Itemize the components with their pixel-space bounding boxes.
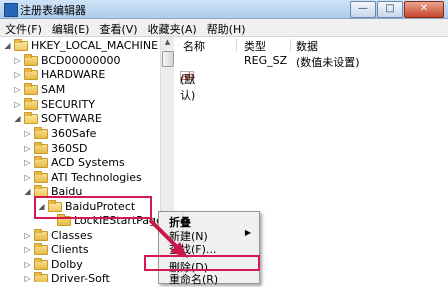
menu-view[interactable]: 查看(V) bbox=[94, 19, 142, 36]
menu-bar: 文件(F) 编辑(E) 查看(V) 收藏夹(A) 帮助(H) bbox=[0, 19, 448, 37]
expand-arrow-icon[interactable]: ▷ bbox=[13, 70, 22, 79]
folder-icon bbox=[24, 53, 38, 66]
maximize-button[interactable]: □ bbox=[377, 1, 403, 18]
column-divider[interactable] bbox=[236, 39, 237, 51]
menu-file[interactable]: 文件(F) bbox=[0, 19, 47, 36]
expand-arrow-icon[interactable]: ▷ bbox=[23, 260, 32, 269]
value-type-cell: REG_SZ bbox=[244, 54, 288, 67]
expand-arrow-icon[interactable]: ▷ bbox=[23, 158, 32, 167]
folder-icon bbox=[34, 141, 48, 154]
column-name[interactable]: 名称 bbox=[183, 38, 205, 54]
tree-node-360sd[interactable]: ▷ 360SD bbox=[23, 141, 87, 156]
tree-node-hardware[interactable]: ▷ HARDWARE bbox=[13, 67, 105, 82]
menu-item-collapse[interactable]: 折叠 bbox=[159, 213, 259, 229]
submenu-arrow-icon: ▶ bbox=[244, 228, 251, 237]
tree-node-sam[interactable]: ▷ SAM bbox=[13, 82, 65, 97]
column-data[interactable]: 数据 bbox=[296, 38, 318, 54]
folder-icon bbox=[34, 228, 48, 241]
folder-icon bbox=[24, 67, 38, 80]
folder-icon bbox=[34, 242, 48, 255]
collapse-arrow-icon[interactable]: ◢ bbox=[3, 41, 12, 50]
menu-item-rename[interactable]: 重命名(R) bbox=[159, 270, 259, 286]
scroll-thumb[interactable] bbox=[162, 51, 174, 67]
expand-arrow-icon[interactable]: ▷ bbox=[23, 231, 32, 240]
scroll-up-arrow-icon[interactable]: ▲ bbox=[162, 38, 173, 49]
folder-icon bbox=[24, 82, 38, 95]
close-button[interactable]: ✕ bbox=[404, 1, 444, 18]
window-controls: — □ ✕ bbox=[350, 1, 444, 18]
expand-arrow-icon[interactable]: ▷ bbox=[23, 129, 32, 138]
collapse-arrow-icon[interactable]: ◢ bbox=[23, 187, 32, 196]
tree-node-dolby[interactable]: ▷ Dolby bbox=[23, 257, 83, 272]
annotation-box-delete bbox=[144, 255, 260, 271]
folder-icon bbox=[34, 155, 48, 168]
tree-node-360safe[interactable]: ▷ 360Safe bbox=[23, 126, 96, 141]
regedit-app-icon bbox=[4, 3, 18, 17]
column-divider[interactable] bbox=[290, 39, 291, 51]
expand-arrow-icon[interactable]: ▷ bbox=[13, 56, 22, 65]
folder-open-icon bbox=[14, 38, 28, 51]
folder-icon bbox=[34, 271, 48, 282]
tree-node-security[interactable]: ▷ SECURITY bbox=[13, 97, 95, 112]
tree-node-clients[interactable]: ▷ Clients bbox=[23, 242, 89, 257]
context-menu: 折叠 新建(N) ▶ 查找(F)... 删除(D) 重命名(R) bbox=[158, 211, 260, 286]
tree-node-acd-systems[interactable]: ▷ ACD Systems bbox=[23, 155, 125, 170]
window-title: 注册表编辑器 bbox=[20, 4, 86, 17]
expand-arrow-icon[interactable]: ▷ bbox=[23, 245, 32, 254]
tree-node-bcd[interactable]: ▷ BCD00000000 bbox=[13, 53, 121, 68]
menu-item-find[interactable]: 查找(F)... bbox=[159, 240, 259, 256]
tree-node-classes[interactable]: ▷ Classes bbox=[23, 228, 92, 243]
annotation-box-baiduprotect bbox=[34, 196, 152, 219]
menu-favorites[interactable]: 收藏夹(A) bbox=[143, 19, 202, 36]
folder-open-icon bbox=[24, 111, 38, 124]
menu-edit[interactable]: 编辑(E) bbox=[47, 19, 95, 36]
expand-arrow-icon[interactable]: ▷ bbox=[13, 85, 22, 94]
folder-icon bbox=[34, 126, 48, 139]
folder-icon bbox=[34, 170, 48, 183]
expand-arrow-icon[interactable]: ▷ bbox=[13, 100, 22, 109]
tree-node-hklm[interactable]: ◢ HKEY_LOCAL_MACHINE bbox=[3, 38, 158, 53]
column-type[interactable]: 类型 bbox=[244, 38, 266, 54]
tree-node-driver-soft[interactable]: ▷ Driver-Soft bbox=[23, 271, 110, 282]
column-headers: 名称 类型 数据 bbox=[174, 37, 448, 54]
collapse-arrow-icon[interactable]: ◢ bbox=[13, 114, 22, 123]
expand-arrow-icon[interactable]: ▷ bbox=[23, 173, 32, 182]
folder-icon bbox=[34, 257, 48, 270]
tree-node-ati[interactable]: ▷ ATI Technologies bbox=[23, 170, 142, 185]
registry-tree[interactable]: ◢ HKEY_LOCAL_MACHINE ▷ BCD00000000 ▷ HAR… bbox=[0, 37, 160, 282]
minimize-button[interactable]: — bbox=[350, 1, 376, 18]
folder-icon bbox=[24, 97, 38, 110]
value-data-cell: (数值未设置) bbox=[296, 56, 360, 69]
folder-open-icon bbox=[34, 184, 48, 197]
menu-help[interactable]: 帮助(H) bbox=[202, 19, 251, 36]
expand-arrow-icon[interactable]: ▷ bbox=[23, 274, 32, 282]
expand-arrow-icon[interactable]: ▷ bbox=[23, 144, 32, 153]
title-bar: 注册表编辑器 — □ ✕ bbox=[0, 0, 448, 19]
tree-node-software[interactable]: ◢ SOFTWARE bbox=[13, 111, 102, 126]
